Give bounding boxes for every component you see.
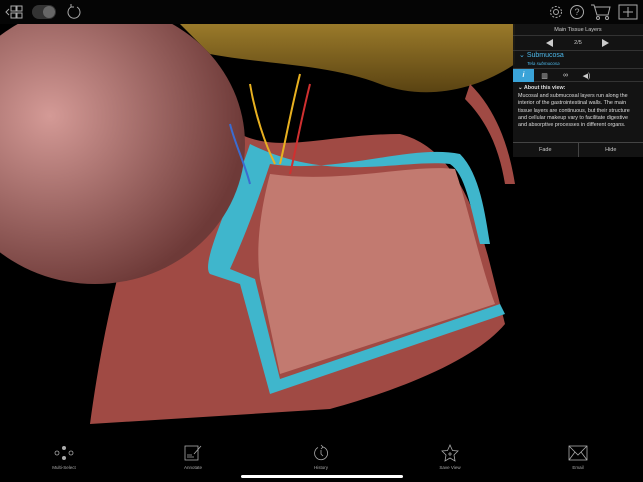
chevron-down-icon: ⌄: [519, 52, 527, 59]
save-view-icon: [441, 444, 459, 462]
about-heading: About this view:: [523, 85, 566, 91]
male-icon: [43, 6, 55, 18]
layer-navigator: 2/5: [513, 36, 643, 50]
hide-button[interactable]: Hide: [577, 143, 643, 157]
back-grid-icon[interactable]: [5, 3, 23, 21]
audio-tab-icon[interactable]: ◀): [576, 69, 597, 82]
cart-icon[interactable]: [590, 3, 612, 21]
previous-arrow-icon[interactable]: [546, 39, 553, 47]
help-icon[interactable]: ?: [568, 3, 586, 21]
annotate-label: Annotate: [183, 465, 202, 470]
panel-title: Main Tissue Layers: [513, 24, 643, 36]
liver: [180, 24, 515, 93]
fullscreen-icon[interactable]: [618, 3, 638, 21]
about-text: Mucosal and submucosal layers run along …: [518, 93, 630, 129]
email-button[interactable]: Email: [548, 444, 608, 470]
structure-name: Submucosa: [526, 52, 564, 59]
structure-header[interactable]: ⌄ Submucosa Tela submucosa: [513, 50, 643, 68]
about-section: ⌄ About this view: Mucosal and submucosa…: [513, 82, 643, 129]
email-label: Email: [572, 465, 584, 470]
info-panel: Main Tissue Layers 2/5 ⌄ Submucosa Tela …: [513, 24, 643, 157]
intestine-loop: [465, 84, 515, 184]
svg-text:?: ?: [574, 7, 579, 17]
next-arrow-icon[interactable]: [602, 39, 609, 47]
multi-select-button[interactable]: Multi-Select: [34, 444, 94, 470]
settings-gear-icon[interactable]: [547, 3, 565, 21]
history-label: History: [313, 465, 328, 470]
link-tab-icon[interactable]: ∞: [555, 69, 576, 82]
structure-latin: Tela submucosa: [527, 61, 560, 66]
page-indicator: 2/5: [574, 40, 582, 46]
top-toolbar: ?: [0, 0, 643, 24]
history-icon: [314, 444, 328, 461]
panel-tabs: i ▥ ∞ ◀): [513, 68, 643, 82]
fade-button[interactable]: Fade: [513, 143, 578, 157]
annotate-icon: [184, 445, 202, 461]
reset-icon[interactable]: [65, 3, 83, 21]
save-view-label: Save View: [439, 465, 461, 470]
home-indicator[interactable]: [241, 475, 403, 478]
annotate-button[interactable]: Annotate: [163, 444, 223, 470]
info-tab-icon[interactable]: i: [513, 69, 534, 82]
multi-select-icon: [54, 446, 74, 460]
book-tab-icon[interactable]: ▥: [534, 69, 555, 82]
email-icon: [568, 445, 588, 461]
gender-toggle[interactable]: [32, 5, 56, 19]
save-view-button[interactable]: Save View: [420, 444, 480, 470]
multi-select-label: Multi-Select: [52, 465, 76, 470]
history-button[interactable]: History: [291, 444, 351, 470]
